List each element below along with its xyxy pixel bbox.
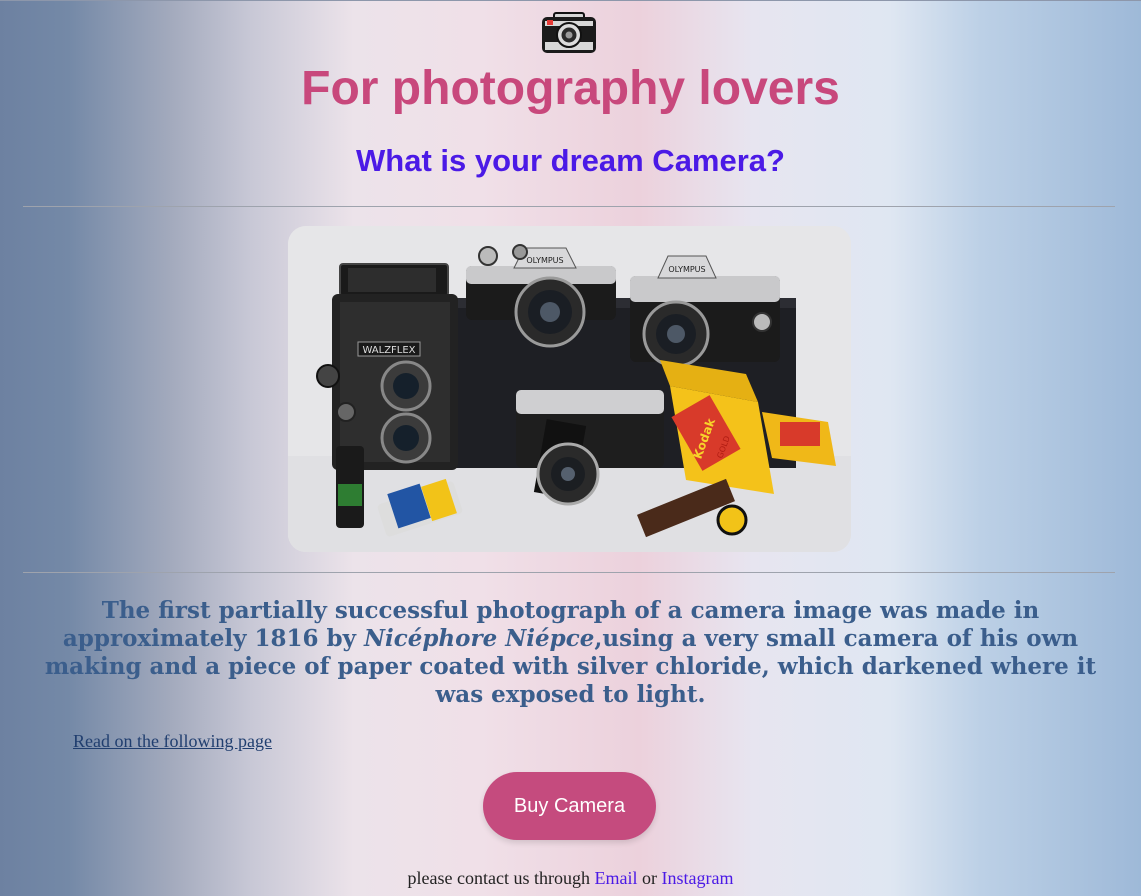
olympus-label-left: OLYMPUS (526, 256, 563, 265)
read-more-link[interactable]: Read on the following page (73, 730, 272, 752)
buy-camera-button[interactable]: Buy Camera (483, 772, 656, 840)
page-subtitle: What is your dream Camera? (356, 143, 785, 178)
vintage-cameras-illustration: WALZFLEX OLYMPUS OLYMPUS Kodak GOLD (288, 226, 851, 552)
walzflex-label: WALZFLEX (362, 345, 415, 356)
contact-or: or (641, 868, 657, 888)
contact-prefix: please contact us through (407, 868, 590, 888)
history-paragraph: The first partially successful photograp… (30, 597, 1111, 709)
bottom-divider (23, 572, 1115, 573)
email-link[interactable]: Email (594, 868, 637, 888)
page-title: For photography lovers (301, 62, 840, 115)
top-divider (23, 206, 1115, 207)
camera-icon (542, 12, 596, 53)
hero-image: WALZFLEX OLYMPUS OLYMPUS Kodak GOLD (288, 226, 851, 552)
contact-line: please contact us through Email or Insta… (0, 867, 1141, 889)
olympus-label-right: OLYMPUS (668, 265, 705, 274)
instagram-link[interactable]: Instagram (661, 868, 733, 888)
inventor-name: Nicéphore Niépce (363, 625, 595, 652)
